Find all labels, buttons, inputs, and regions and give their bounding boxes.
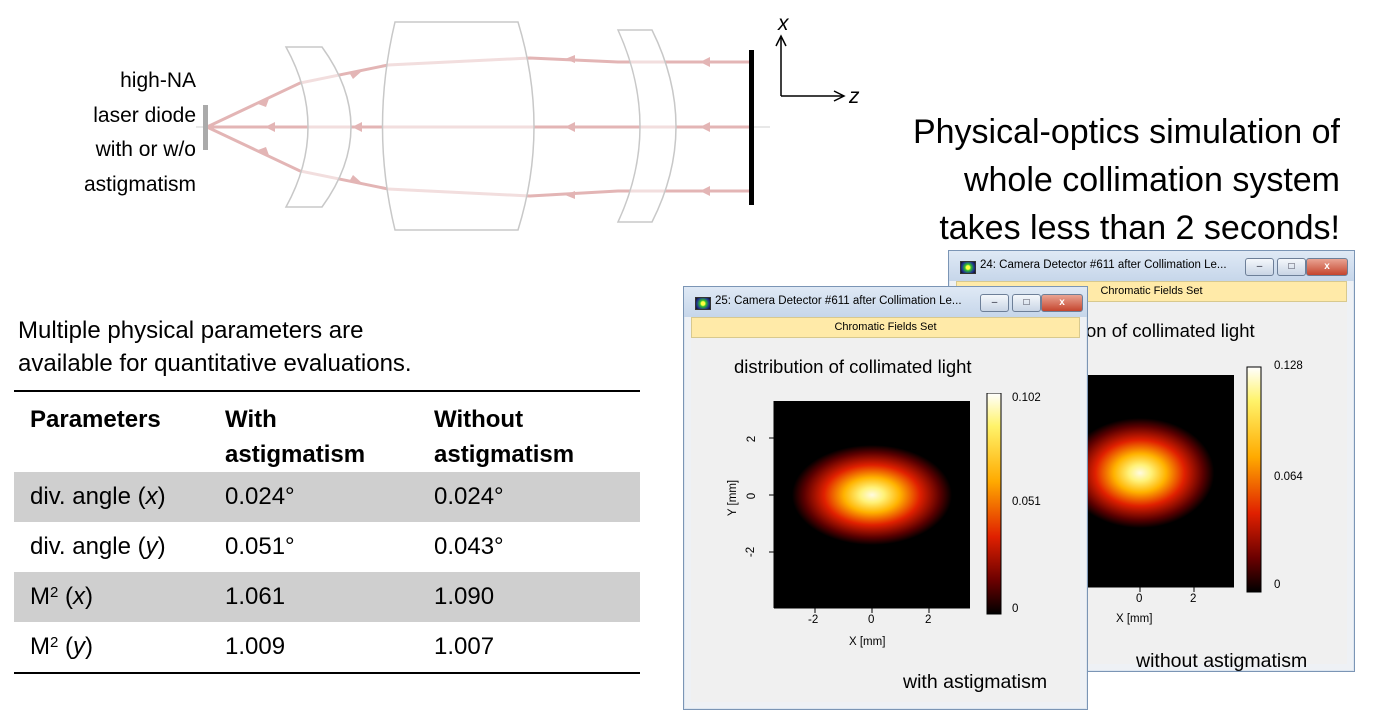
table-row: M2 (y) 1.009 1.007 xyxy=(14,622,640,673)
param-name: M xyxy=(30,583,50,610)
param-name: M xyxy=(30,633,50,660)
param-cell: M2 (x) xyxy=(14,572,209,622)
window-titlebar[interactable]: 25: Camera Detector #611 after Collimati… xyxy=(684,287,1087,317)
param-name: div. angle ( xyxy=(30,533,146,560)
table-row: div. angle (y) 0.051° 0.043° xyxy=(14,522,640,572)
value-with-astigmatism: 1.061 xyxy=(209,572,418,622)
y-tick-label: 2 xyxy=(746,435,759,443)
source-label-line: high-NA xyxy=(120,69,196,92)
param-variable: y xyxy=(145,533,158,560)
detector-plane xyxy=(749,50,754,205)
table-row: M2 (x) 1.061 1.090 xyxy=(14,572,640,622)
value-without-astigmatism: 0.024° xyxy=(418,472,640,522)
colorbar xyxy=(1246,366,1262,593)
axis-z-label: z xyxy=(849,85,860,108)
value-without-astigmatism: 1.007 xyxy=(434,633,495,660)
beam-spot xyxy=(792,445,952,545)
colorbar-tick-label: 0.128 xyxy=(1274,360,1303,372)
window-title: 25: Camera Detector #611 after Collimati… xyxy=(715,295,962,307)
header-without-astigmatism-text: Without astigmatism xyxy=(434,406,575,468)
source-label-line: with or w/o xyxy=(95,138,196,161)
value-with-astigmatism: 1.009 xyxy=(225,633,286,660)
param-variable: x xyxy=(73,583,86,610)
param-cell: M2 (y) xyxy=(30,633,94,660)
x-tick-label: 0 xyxy=(1136,593,1143,605)
x-tick-label: -2 xyxy=(808,614,819,626)
window-titlebar[interactable]: 24: Camera Detector #611 after Collimati… xyxy=(949,251,1354,281)
intro-line: Multiple physical parameters are xyxy=(18,317,364,344)
headline-line: whole collimation system xyxy=(963,161,1340,199)
colorbar-tick-label: 0 xyxy=(1274,579,1281,591)
beam-plot xyxy=(769,393,1002,615)
value-without-astigmatism: 1.090 xyxy=(418,572,640,622)
window-camera-detector-25[interactable]: 25: Camera Detector #611 after Collimati… xyxy=(683,286,1088,710)
plot-title: on of collimated light xyxy=(1086,320,1255,341)
source-label: high-NA laser diode with or w/o astigmat… xyxy=(40,64,196,202)
param-suffix: ) xyxy=(157,483,166,510)
close-button[interactable]: x xyxy=(1041,294,1083,312)
table-header-row: Parameters With astigmatism Without asti… xyxy=(14,391,640,472)
y-tick-label: 0 xyxy=(746,492,759,500)
maximize-button[interactable]: □ xyxy=(1012,294,1041,312)
y-axis-label: Y [mm] xyxy=(727,479,740,517)
param-suffix: ) xyxy=(157,533,166,560)
param-variable: y xyxy=(73,633,86,660)
plot-caption: with astigmatism xyxy=(903,671,1048,693)
plot-title: distribution of collimated light xyxy=(734,356,972,377)
x-axis-label: X [mm] xyxy=(849,636,886,648)
intro-text: Multiple physical parameters are availab… xyxy=(18,314,412,380)
colorbar xyxy=(986,393,1002,615)
header-without-astigmatism: Without astigmatism xyxy=(418,391,640,472)
header-with-astigmatism-text: With astigmatism xyxy=(225,406,366,468)
value-with-astigmatism: 0.051° xyxy=(225,533,295,560)
axis-x-label: x xyxy=(778,12,789,35)
param-cell: div. angle (y) xyxy=(14,522,209,572)
laser-diode-source xyxy=(203,105,208,150)
colorbar-tick-label: 0.102 xyxy=(1012,392,1041,404)
coordinate-axes xyxy=(775,34,846,102)
window-client-area: distribution of collimated light 0.102 0… xyxy=(691,338,1080,702)
param-superscript: 2 xyxy=(50,584,59,601)
headline-line: takes less than 2 seconds! xyxy=(939,209,1340,247)
x-tick-label: 0 xyxy=(868,614,875,626)
value-with-astigmatism: 0.024° xyxy=(209,472,418,522)
header-with-astigmatism: With astigmatism xyxy=(209,391,418,472)
x-axis-label: X [mm] xyxy=(1116,613,1153,625)
param-cell: div. angle (x) xyxy=(14,472,209,522)
close-button[interactable]: x xyxy=(1306,258,1348,276)
value-without-astigmatism: 0.043° xyxy=(434,533,504,560)
window-title: 24: Camera Detector #611 after Collimati… xyxy=(980,259,1227,271)
headline: Physical-optics simulation of whole coll… xyxy=(820,108,1340,252)
minimize-button[interactable]: – xyxy=(980,294,1009,312)
param-suffix: ) xyxy=(85,633,94,660)
plot-caption: without astigmatism xyxy=(1136,650,1308,672)
colorbar-tick-label: 0 xyxy=(1012,603,1019,615)
lens-2 xyxy=(381,21,535,231)
param-suffix: ) xyxy=(85,583,94,610)
minimize-button[interactable]: – xyxy=(1245,258,1274,276)
colorbar-tick-label: 0.051 xyxy=(1012,496,1041,508)
param-superscript: 2 xyxy=(50,634,59,651)
colorbar-tick-label: 0.064 xyxy=(1274,471,1303,483)
table-row: div. angle (x) 0.024° 0.024° xyxy=(14,472,640,522)
source-label-line: astigmatism xyxy=(83,172,196,196)
fields-set-toolbar[interactable]: Chromatic Fields Set xyxy=(691,317,1080,338)
header-parameters: Parameters xyxy=(30,406,161,433)
source-label-line: laser diode xyxy=(93,103,196,127)
y-tick-label: -2 xyxy=(745,546,758,558)
field-icon xyxy=(960,261,976,274)
parameters-table: Parameters With astigmatism Without asti… xyxy=(14,390,640,674)
param-name: div. angle ( xyxy=(30,483,146,510)
intro-line: available for quantitative evaluations. xyxy=(18,350,412,377)
param-variable: x xyxy=(145,483,158,510)
maximize-button[interactable]: □ xyxy=(1277,258,1306,276)
x-tick-label: 2 xyxy=(1190,593,1197,605)
field-icon xyxy=(695,297,711,310)
x-tick-label: 2 xyxy=(925,614,932,626)
headline-line: Physical-optics simulation of xyxy=(912,113,1340,151)
